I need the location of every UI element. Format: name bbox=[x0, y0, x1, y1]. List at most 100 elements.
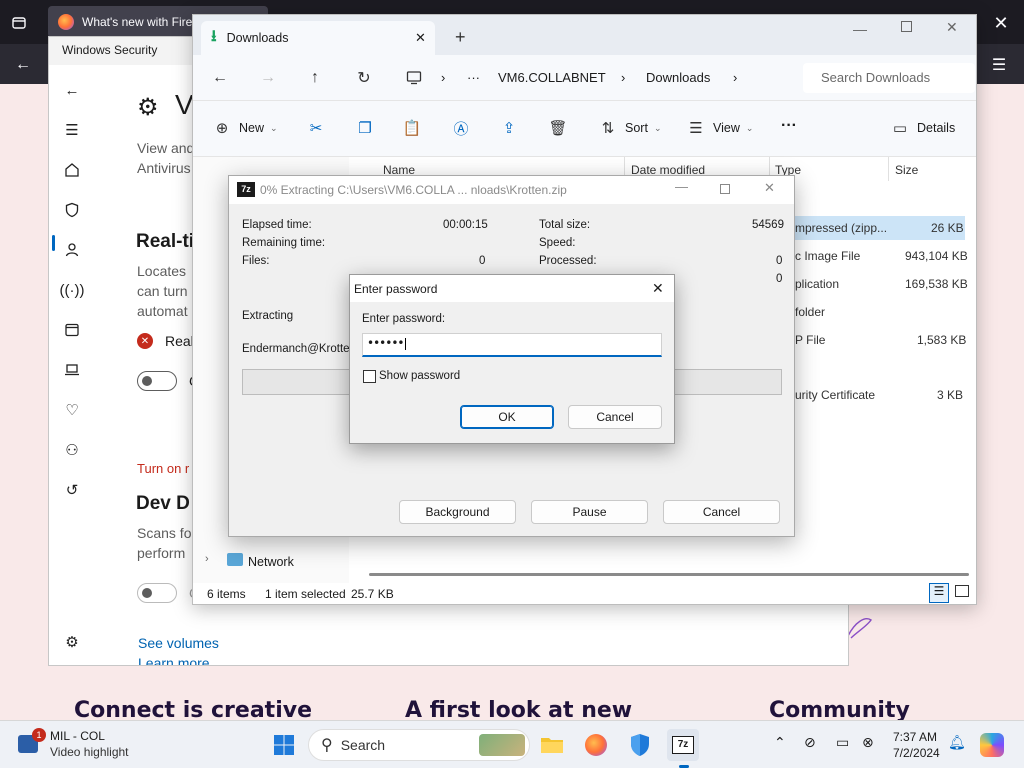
network-offline-icon[interactable]: ⊘ bbox=[804, 734, 816, 751]
chevron-right-icon: › bbox=[621, 70, 626, 85]
7zip-titlebar: 7z 0% Extracting C:\Users\VM6.COLLA ... … bbox=[229, 176, 794, 204]
menu-icon[interactable]: ☰ bbox=[988, 54, 1010, 76]
realtime-protection-toggle[interactable] bbox=[137, 371, 177, 391]
shield-icon[interactable] bbox=[59, 197, 85, 223]
turn-on-link[interactable]: Turn on r bbox=[137, 461, 189, 476]
heart-pulse-icon[interactable]: ♡ bbox=[59, 397, 85, 423]
downloads-tab[interactable]: ⭳ Downloads ✕ bbox=[201, 21, 435, 55]
file-explorer-folder-icon[interactable] bbox=[536, 729, 568, 761]
show-password-label[interactable]: Show password bbox=[379, 370, 460, 382]
chevron-up-icon[interactable]: ⌃ bbox=[774, 734, 786, 751]
show-password-checkbox[interactable] bbox=[363, 370, 376, 383]
cancel-button[interactable]: Cancel bbox=[568, 405, 662, 429]
laptop-icon[interactable] bbox=[59, 357, 85, 383]
nav-network[interactable]: Network bbox=[248, 555, 294, 569]
copy-button[interactable]: ❐ bbox=[354, 117, 376, 139]
display-icon[interactable]: ▭ bbox=[836, 734, 849, 751]
refresh-icon[interactable]: ↻ bbox=[349, 63, 379, 93]
learn-more-link[interactable]: Learn more bbox=[138, 655, 210, 665]
ok-button[interactable]: OK bbox=[460, 405, 554, 429]
file-row-type[interactable]: folder bbox=[795, 300, 825, 324]
up-arrow-icon[interactable]: ↑ bbox=[300, 63, 330, 93]
file-row-type[interactable]: mpressed (zipp... bbox=[795, 216, 887, 240]
chevron-right-icon[interactable]: › bbox=[733, 70, 737, 85]
maximize-icon[interactable] bbox=[901, 21, 912, 32]
background-button[interactable]: Background bbox=[399, 500, 516, 524]
extracting-label: Extracting bbox=[242, 310, 294, 322]
delete-button[interactable]: 🗑 bbox=[547, 117, 569, 139]
person-icon[interactable] bbox=[59, 237, 85, 263]
file-row-type[interactable]: P File bbox=[795, 328, 825, 352]
focus-assist-icon[interactable]: ⊗ bbox=[862, 734, 874, 751]
breadcrumb-vm6[interactable]: VM6.COLLABNET bbox=[498, 70, 606, 85]
password-input[interactable]: •••••• bbox=[362, 333, 662, 357]
close-icon[interactable]: ✕ bbox=[764, 180, 775, 196]
details-button[interactable]: ▭ Details bbox=[889, 117, 955, 139]
active-nav-indicator bbox=[52, 235, 55, 251]
file-row-type[interactable]: plication bbox=[795, 272, 839, 296]
widget-subtitle[interactable]: Video highlight bbox=[50, 745, 129, 759]
ellipsis-icon[interactable]: ··· bbox=[467, 70, 480, 85]
paste-button[interactable]: 📋 bbox=[401, 117, 423, 139]
file-row-type[interactable]: c Image File bbox=[795, 244, 860, 268]
notification-bell-icon[interactable]: 🔔︎ bbox=[948, 734, 966, 751]
tab-list-icon[interactable] bbox=[8, 12, 30, 34]
column-header-size[interactable]: Size bbox=[895, 163, 918, 177]
expand-chevron-icon[interactable]: › bbox=[205, 553, 209, 565]
wireless-icon[interactable]: ((·)) bbox=[59, 277, 85, 303]
taskbar-search-label: Search bbox=[340, 737, 386, 753]
share-button[interactable]: ⇪ bbox=[498, 117, 520, 139]
windows-start-icon[interactable] bbox=[268, 729, 300, 761]
close-tab-icon[interactable]: ✕ bbox=[415, 30, 426, 46]
extra-value: 0 bbox=[776, 273, 783, 285]
widget-title[interactable]: MIL - COL bbox=[50, 729, 105, 743]
minimize-icon[interactable]: — bbox=[853, 21, 867, 37]
back-arrow-icon[interactable]: ← bbox=[59, 77, 85, 103]
pause-button[interactable]: Pause bbox=[531, 500, 648, 524]
new-tab-plus-icon[interactable]: + bbox=[455, 27, 466, 48]
family-icon[interactable]: ⚇ bbox=[59, 437, 85, 463]
home-icon[interactable] bbox=[59, 157, 85, 183]
forward-arrow-icon[interactable]: → bbox=[253, 63, 283, 93]
dev-drive-toggle[interactable] bbox=[137, 583, 177, 603]
minimize-icon[interactable]: — bbox=[675, 179, 688, 194]
view-label: View bbox=[713, 121, 740, 135]
maximize-icon[interactable] bbox=[720, 184, 730, 194]
breadcrumb-downloads[interactable]: Downloads bbox=[646, 70, 710, 85]
close-icon[interactable]: ✕ bbox=[990, 12, 1012, 34]
cut-button[interactable]: ✂ bbox=[305, 117, 327, 139]
search-downloads-input[interactable]: Search Downloads bbox=[803, 63, 975, 93]
details-view-icon[interactable]: ☰ bbox=[929, 583, 949, 603]
taskbar-search-box[interactable]: ⚲ Search bbox=[308, 729, 530, 761]
sort-arrows-icon: ⇅ bbox=[601, 120, 615, 137]
7zip-taskbar-icon[interactable]: 7z bbox=[667, 729, 699, 761]
rename-button[interactable]: Ⓐ bbox=[450, 117, 472, 139]
back-arrow-icon[interactable]: ← bbox=[205, 63, 235, 93]
downloads-tab-title: Downloads bbox=[226, 31, 289, 45]
back-arrow-icon[interactable]: ← bbox=[12, 54, 34, 76]
horizontal-scrollbar[interactable] bbox=[369, 573, 969, 576]
dev-drive-heading: Dev D bbox=[136, 493, 190, 514]
hamburger-menu-icon[interactable]: ☰ bbox=[59, 117, 85, 143]
close-icon[interactable]: ✕ bbox=[652, 280, 664, 297]
clock-date[interactable]: 7/2/2024 bbox=[893, 746, 940, 760]
close-window-icon[interactable]: ✕ bbox=[946, 19, 958, 36]
windows-security-shield-icon[interactable] bbox=[624, 729, 656, 761]
cancel-extract-button[interactable]: Cancel bbox=[663, 500, 780, 524]
app-browser-icon[interactable] bbox=[59, 317, 85, 343]
view-button[interactable]: ☰ View ⌄ bbox=[685, 117, 753, 139]
more-options-icon[interactable]: ··· bbox=[781, 117, 797, 135]
file-row-type[interactable]: urity Certificate bbox=[795, 383, 875, 407]
firefox-taskbar-icon[interactable] bbox=[580, 729, 612, 761]
settings-gear-icon[interactable]: ⚙ bbox=[59, 629, 85, 655]
this-pc-monitor-icon[interactable] bbox=[399, 63, 429, 93]
new-button[interactable]: ⊕ New ⌄ bbox=[211, 117, 278, 139]
history-icon[interactable]: ↺ bbox=[59, 477, 85, 503]
clock-time[interactable]: 7:37 AM bbox=[893, 730, 937, 744]
copilot-icon[interactable] bbox=[980, 733, 1004, 757]
see-volumes-link[interactable]: See volumes bbox=[138, 635, 219, 651]
intro-text-line-1: View and bbox=[137, 140, 195, 156]
tiles-view-icon[interactable] bbox=[955, 585, 969, 597]
taskbar: 1 MIL - COL Video highlight ⚲ Search 7z … bbox=[0, 720, 1024, 768]
sort-button[interactable]: ⇅ Sort ⌄ bbox=[597, 117, 662, 139]
